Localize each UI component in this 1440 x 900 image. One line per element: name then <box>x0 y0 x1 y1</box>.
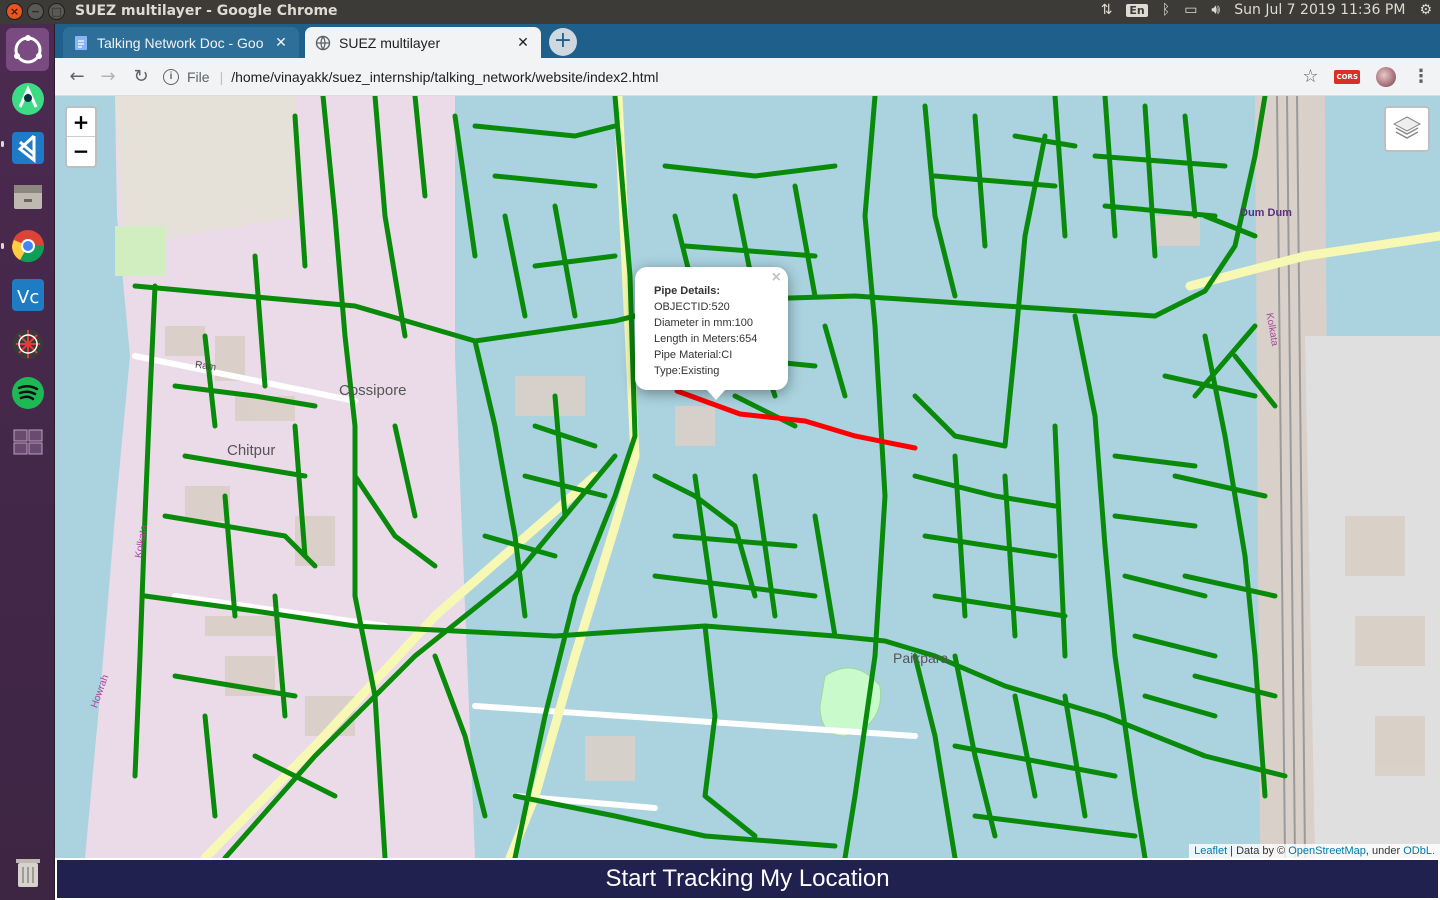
running-indicator <box>1 141 4 147</box>
profile-avatar[interactable] <box>1376 66 1396 87</box>
odbl-link[interactable]: ODbL. <box>1403 845 1435 857</box>
files-icon[interactable] <box>6 175 49 218</box>
popup-length: Length in Meters:654 <box>654 333 758 345</box>
attribution-text: | Data by © <box>1227 845 1289 857</box>
map-label-dum-dum: Dum Dum <box>1240 207 1292 219</box>
pipe-segment <box>1162 333 1278 799</box>
network-transfer-icon[interactable]: ⇅ <box>1101 2 1113 18</box>
popup-tip <box>706 389 726 400</box>
pipe-segment <box>352 423 488 819</box>
pipe-segment <box>652 473 838 639</box>
pipe-segment <box>842 96 888 858</box>
window-title: SUEZ multilayer - Google Chrome <box>75 3 338 19</box>
start-tracking-button[interactable]: Start Tracking My Location <box>57 860 1438 898</box>
browser-toolbar: ← → ↻ i File | /home/vinayakk/suez_inter… <box>55 58 1440 96</box>
popup-material: Pipe Material:CI <box>654 349 733 361</box>
browser-window: Talking Network Doc - Goo ✕ SUEZ multila… <box>55 24 1440 900</box>
pipe-segment <box>952 653 1138 839</box>
tab-close-icon[interactable]: ✕ <box>273 34 289 51</box>
pipe-segment <box>512 793 838 849</box>
map-label-paikpara: Paikpara <box>893 650 949 666</box>
pipe-segment <box>472 338 528 619</box>
zoom-control: + − <box>65 106 97 168</box>
network-tool-icon[interactable] <box>6 322 49 365</box>
unity-launcher: Vc <box>0 24 55 900</box>
system-top-bar: × − □ SUEZ multilayer - Google Chrome ⇅ … <box>0 0 1440 24</box>
address-bar[interactable]: i File | /home/vinayakk/suez_internship/… <box>163 62 1313 92</box>
window-minimize-button[interactable]: − <box>27 3 44 20</box>
spotify-icon[interactable] <box>6 371 49 414</box>
pipe-segment <box>292 96 478 339</box>
info-icon[interactable]: i <box>163 69 179 85</box>
address-separator: | <box>219 69 224 85</box>
pipe-segment <box>912 653 958 858</box>
pipe-segment <box>922 96 1078 299</box>
trash-icon[interactable] <box>6 850 49 893</box>
popup-title: Pipe Details: <box>654 285 721 297</box>
globe-icon <box>315 35 331 50</box>
pipe-segment <box>1092 96 1228 259</box>
layers-icon <box>1392 116 1422 139</box>
settings-gear-icon[interactable]: ⚙ <box>1419 2 1432 18</box>
pipe-segment <box>222 453 618 858</box>
running-indicator <box>1 243 4 249</box>
keyboard-layout-indicator[interactable]: En <box>1126 3 1148 17</box>
bookmark-star-icon[interactable]: ☆ <box>1302 66 1318 87</box>
system-tray: ⇅ En ᛒ ▭ 🔊︎ Sun Jul 7 2019 11:36 PM ⚙ <box>1101 2 1432 18</box>
clock[interactable]: Sun Jul 7 2019 11:36 PM <box>1234 2 1405 18</box>
tab-talking-network-doc[interactable]: Talking Network Doc - Goo ✕ <box>63 27 299 58</box>
zoom-in-button[interactable]: + <box>67 108 95 137</box>
bluetooth-icon[interactable]: ᛒ <box>1162 2 1170 18</box>
leaflet-link[interactable]: Leaflet <box>1194 845 1227 857</box>
tab-label: Talking Network Doc - Goo <box>97 34 264 51</box>
leaflet-map[interactable]: Cossipore Chitpur Paikpara Dum Dum Kolka… <box>55 96 1440 858</box>
reload-icon[interactable]: ↻ <box>129 65 153 89</box>
tab-strip: Talking Network Doc - Goo ✕ SUEZ multila… <box>55 24 1440 58</box>
chrome-icon[interactable] <box>6 224 49 267</box>
menu-kebab-icon[interactable]: ⋮ <box>1412 66 1430 87</box>
pipe-segment <box>162 493 338 819</box>
zoom-out-button[interactable]: − <box>67 137 95 166</box>
vnc-viewer-icon[interactable]: Vc <box>6 273 49 316</box>
toolbar-actions: ☆ CORS ⋮ <box>1302 66 1430 87</box>
url-text[interactable]: /home/vinayakk/suez_internship/talking_n… <box>231 69 658 85</box>
map-label-chitpur: Chitpur <box>227 442 276 459</box>
pipe-details-popup: × Pipe Details: OBJECTID:520 Diameter in… <box>635 267 788 390</box>
cors-extension-icon[interactable]: CORS <box>1334 69 1360 84</box>
popup-close-button[interactable]: × <box>772 270 781 286</box>
ubuntu-dash-icon[interactable] <box>6 28 49 71</box>
popup-object-id: OBJECTID:520 <box>654 301 730 313</box>
layers-control-button[interactable] <box>1384 106 1430 152</box>
popup-type: Type:Existing <box>654 365 720 377</box>
tab-label: SUEZ multilayer <box>339 34 441 51</box>
osm-link[interactable]: OpenStreetMap <box>1288 845 1366 857</box>
pipe-segment <box>912 423 1068 659</box>
window-close-button[interactable]: × <box>6 3 23 20</box>
map-label-cossipore: Cossipore <box>339 382 407 399</box>
back-arrow-icon[interactable]: ← <box>65 65 89 89</box>
volume-icon[interactable]: 🔊︎ <box>1211 2 1220 18</box>
tab-close-icon[interactable]: ✕ <box>515 34 531 51</box>
tab-suez-multilayer[interactable]: SUEZ multilayer ✕ <box>305 27 541 58</box>
docs-icon <box>75 35 87 50</box>
popup-diameter: Diameter in mm:100 <box>654 317 754 329</box>
window-controls: × − □ <box>6 3 65 20</box>
pipe-segment <box>472 123 618 319</box>
android-studio-icon[interactable] <box>6 77 49 120</box>
pipe-network-layer[interactable] <box>55 96 1440 858</box>
pipe-segment <box>702 623 758 839</box>
map-attribution: Leaflet | Data by © OpenStreetMap, under… <box>1189 844 1440 858</box>
scheme-label: File <box>187 69 210 85</box>
window-maximize-button[interactable]: □ <box>48 3 65 20</box>
attribution-text-under: , under <box>1365 845 1404 857</box>
vscode-icon[interactable] <box>6 126 49 169</box>
battery-icon[interactable]: ▭ <box>1184 2 1197 18</box>
new-tab-button[interactable]: + <box>549 28 577 56</box>
workspace-switcher-icon[interactable] <box>6 420 49 463</box>
forward-arrow-icon[interactable]: → <box>96 65 120 89</box>
svg-text:Vc: Vc <box>17 287 39 308</box>
